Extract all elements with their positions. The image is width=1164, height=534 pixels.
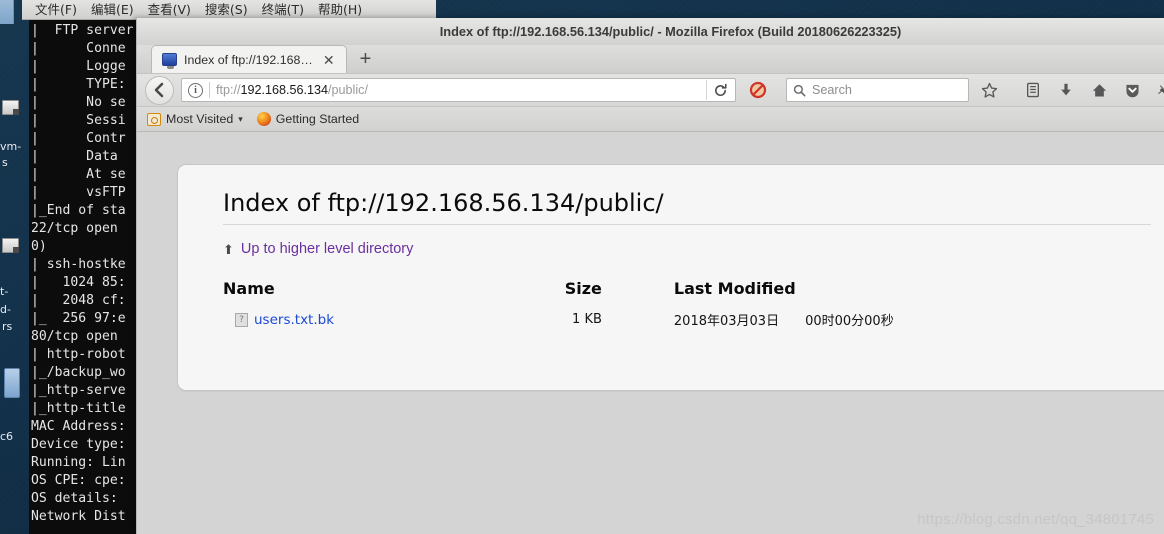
desktop-icon[interactable] bbox=[2, 238, 19, 253]
table-header-row: Name Size Last Modified bbox=[223, 279, 1151, 310]
library-icon[interactable] bbox=[1020, 77, 1046, 103]
tab-label: Index of ftp://192.168… bbox=[184, 52, 313, 67]
bookmark-label: Most Visited bbox=[166, 112, 234, 126]
downloads-icon[interactable] bbox=[1053, 77, 1079, 103]
desktop-icon-label: rs bbox=[2, 320, 13, 333]
url-path: /public/ bbox=[328, 83, 368, 97]
back-button[interactable] bbox=[145, 75, 174, 105]
url-separator bbox=[209, 82, 210, 98]
identity-info-icon[interactable]: i bbox=[188, 82, 203, 98]
browser-titlebar: Index of ftp://192.168.56.134/public/ - … bbox=[137, 18, 1164, 45]
terminal-menubar: 文件(F) 编辑(E) 查看(V) 搜索(S) 终端(T) 帮助(H) bbox=[22, 0, 436, 20]
reload-icon bbox=[714, 83, 727, 96]
desktop-icon-label: d- bbox=[0, 303, 11, 316]
bookmark-getting-started[interactable]: Getting Started bbox=[256, 112, 360, 126]
column-header-last-modified[interactable]: Last Modified bbox=[602, 279, 1151, 310]
desktop-folder-icon[interactable] bbox=[4, 368, 20, 398]
url-bar[interactable]: i ftp://192.168.56.134/public/ bbox=[181, 78, 736, 102]
column-header-size[interactable]: Size bbox=[432, 279, 602, 310]
close-icon[interactable]: ✕ bbox=[320, 53, 338, 67]
reload-button[interactable] bbox=[707, 79, 733, 101]
window-title: Index of ftp://192.168.56.134/public/ - … bbox=[439, 24, 902, 39]
bookmark-star-icon[interactable] bbox=[976, 77, 1002, 103]
pocket-icon[interactable] bbox=[1119, 77, 1145, 103]
up-arrow-icon: ⬆ bbox=[223, 241, 234, 257]
modified-date: 2018年03月03日 bbox=[673, 314, 780, 329]
search-icon bbox=[793, 84, 806, 97]
desktop-icon-label: c6 bbox=[0, 430, 14, 443]
menu-help[interactable]: 帮助(H) bbox=[311, 0, 369, 19]
page-title: Index of ftp://192.168.56.134/public/ bbox=[223, 189, 1151, 225]
navigation-toolbar: i ftp://192.168.56.134/public/ Search bbox=[137, 73, 1164, 106]
menu-terminal[interactable]: 终端(T) bbox=[255, 0, 311, 19]
search-bar[interactable]: Search bbox=[786, 78, 969, 102]
menu-view[interactable]: 查看(V) bbox=[141, 0, 198, 19]
search-input[interactable]: Search bbox=[812, 83, 852, 97]
table-row[interactable]: ? users.txt.bk 1 KB 2018年03月03日 00时00分00秒 bbox=[223, 310, 1151, 329]
home-icon[interactable] bbox=[1086, 77, 1112, 103]
most-visited-icon bbox=[147, 112, 161, 126]
desktop-icon-label: t- bbox=[0, 285, 9, 298]
cell-size: 1 KB bbox=[572, 312, 602, 327]
firefox-browser-window[interactable]: Index of ftp://192.168.56.134/public/ - … bbox=[136, 18, 1164, 534]
desktop-icon[interactable] bbox=[2, 100, 19, 115]
cell-name: ? users.txt.bk bbox=[223, 310, 432, 329]
new-tab-button[interactable]: + bbox=[347, 49, 383, 73]
bookmark-most-visited[interactable]: Most Visited ▾ bbox=[147, 112, 243, 126]
desktop-window-edge bbox=[0, 0, 14, 24]
unknown-file-icon: ? bbox=[235, 312, 248, 327]
directory-listing-table: Name Size Last Modified ? users.txt.bk 1… bbox=[223, 279, 1151, 329]
menu-search[interactable]: 搜索(S) bbox=[198, 0, 255, 19]
chevron-down-icon: ▾ bbox=[238, 113, 243, 124]
page-content-area: Index of ftp://192.168.56.134/public/ ⬆ … bbox=[137, 132, 1164, 534]
bookmarks-toolbar: Most Visited ▾ Getting Started bbox=[137, 106, 1164, 132]
tab-ftp-index[interactable]: Index of ftp://192.168… ✕ bbox=[151, 45, 347, 73]
file-link[interactable]: users.txt.bk bbox=[254, 312, 334, 328]
menu-edit[interactable]: 编辑(E) bbox=[84, 0, 141, 19]
ftp-directory-panel: Index of ftp://192.168.56.134/public/ ⬆ … bbox=[177, 164, 1164, 391]
desktop-icon-label: vm- bbox=[0, 140, 22, 153]
up-directory-row[interactable]: ⬆ Up to higher level directory bbox=[223, 241, 1151, 257]
monitor-icon bbox=[162, 53, 177, 69]
modified-time: 00时00分00秒 bbox=[805, 314, 894, 329]
bookmark-label: Getting Started bbox=[275, 112, 360, 126]
url-host: 192.168.56.134 bbox=[240, 83, 329, 97]
firefox-icon bbox=[256, 112, 271, 126]
column-header-name[interactable]: Name bbox=[223, 279, 432, 310]
cell-last-modified: 2018年03月03日 00时00分00秒 bbox=[602, 310, 1151, 329]
tab-strip: Index of ftp://192.168… ✕ + bbox=[137, 45, 1164, 73]
up-directory-link[interactable]: Up to higher level directory bbox=[241, 241, 413, 257]
url-scheme: ftp:// bbox=[216, 83, 241, 97]
desktop-icon-label: s bbox=[2, 156, 8, 169]
noscript-block-icon bbox=[749, 81, 767, 99]
url-input[interactable]: ftp://192.168.56.134/public/ bbox=[216, 83, 706, 97]
menu-file[interactable]: 文件(F) bbox=[28, 0, 84, 19]
watermark-text: https://blog.csdn.net/qq_34801745 bbox=[917, 511, 1154, 528]
back-arrow-icon bbox=[154, 82, 163, 98]
noscript-button[interactable] bbox=[747, 79, 769, 101]
noscript-options-icon[interactable] bbox=[1152, 77, 1164, 103]
